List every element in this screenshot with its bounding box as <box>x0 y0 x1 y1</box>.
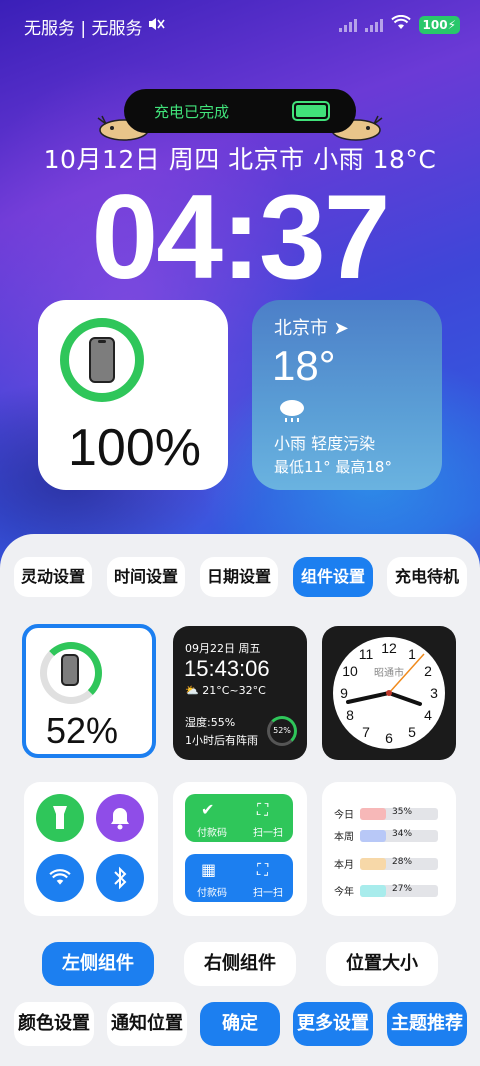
info-card[interactable]: 09月22日 周五 15:43:06 ⛅ 21°C~32°C 湿度:55% 1小… <box>173 626 307 760</box>
lock-clock: 04:37 <box>91 170 391 304</box>
stat-bar: 28% <box>360 857 438 870</box>
qr-code-icon: ▦ <box>201 860 217 879</box>
tab-date[interactable]: 日期设置 <box>200 557 278 597</box>
wifi-button[interactable] <box>36 854 84 902</box>
status-bar: 无服务 | 无服务 100⚡ <box>0 0 480 50</box>
info-time: 15:43:06 <box>184 656 270 681</box>
scan-label: 扫一扫 <box>253 828 283 839</box>
tab-charging[interactable]: 充电待机 <box>387 557 467 597</box>
weather-condition: 小雨 轻度污染 <box>274 434 376 453</box>
clock-numeral: 10 <box>342 663 358 679</box>
clock-numeral: 8 <box>346 707 354 723</box>
position-size-button[interactable]: 位置大小 <box>326 942 438 986</box>
clock-numeral: 7 <box>362 724 370 740</box>
info-weather: ⛅ 21°C~32°C <box>185 684 266 697</box>
tab-dynamic[interactable]: 灵动设置 <box>14 557 92 597</box>
wechat-pay-button[interactable]: ✔ 付款码 ⛶ 扫一扫 <box>185 794 293 842</box>
mute-icon <box>147 16 165 37</box>
wifi-icon <box>49 869 71 885</box>
weather-city: 北京市 ➤ <box>274 318 349 339</box>
flashlight-button[interactable] <box>36 794 84 842</box>
bell-button[interactable] <box>96 794 144 842</box>
stat-label: 今年 <box>334 887 354 898</box>
stat-bar: 34% <box>360 829 438 842</box>
bell-icon <box>111 808 129 830</box>
scan-label: 扫一扫 <box>253 888 283 899</box>
pay-label: 付款码 <box>197 888 227 899</box>
clock-numeral: 1 <box>408 646 416 662</box>
clock-card[interactable]: 昭通市 12 1 2 3 4 5 6 7 8 9 10 11 <box>322 626 456 760</box>
carrier-info: 无服务 | 无服务 <box>24 14 165 39</box>
clock-numeral: 11 <box>359 646 374 662</box>
flashlight-icon <box>53 806 67 829</box>
confirm-button[interactable]: 确定 <box>200 1002 280 1046</box>
scan-icon: ⛶ <box>257 860 269 879</box>
battery-percent: 100% <box>68 419 201 477</box>
wifi-icon <box>390 14 411 35</box>
info-date: 09月22日 周五 <box>185 642 261 655</box>
more-settings-button[interactable]: 更多设置 <box>293 1002 373 1046</box>
pay-label: 付款码 <box>197 828 227 839</box>
dynamic-island[interactable]: 充电已完成 <box>124 89 356 133</box>
sun-cloud-icon: ⛅ <box>185 684 199 697</box>
bluetooth-icon <box>114 866 127 890</box>
battery-card-percent: 52% <box>46 710 119 751</box>
carrier-text: 无服务 | 无服务 <box>24 19 143 39</box>
phone-icon <box>61 654 79 686</box>
clock-numeral: 12 <box>381 640 397 656</box>
stat-label: 本周 <box>334 832 354 843</box>
color-settings-button[interactable]: 颜色设置 <box>14 1002 94 1046</box>
weather-widget[interactable]: 北京市 ➤ 18° 小雨 轻度污染 最低11° 最高18° <box>252 300 442 490</box>
right-widget-button[interactable]: 右侧组件 <box>184 942 296 986</box>
scan-icon: ⛶ <box>257 800 269 819</box>
stat-label: 今日 <box>334 810 354 821</box>
rain-cloud-icon <box>280 400 304 422</box>
signal-icon <box>364 18 383 32</box>
quick-toggles-card[interactable] <box>24 782 158 916</box>
clock-city: 昭通市 <box>374 666 404 679</box>
theme-recommend-button[interactable]: 主题推荐 <box>387 1002 467 1046</box>
info-rain: 1小时后有阵雨 <box>185 734 258 747</box>
location-arrow-icon: ➤ <box>333 318 349 339</box>
clock-numeral: 9 <box>340 685 348 701</box>
charging-status: 充电已完成 <box>154 103 230 121</box>
battery-indicator: 100⚡ <box>418 16 460 34</box>
signal-icon <box>338 18 357 32</box>
battery-widget[interactable]: 100% <box>38 300 228 490</box>
tab-time[interactable]: 时间设置 <box>107 557 185 597</box>
clock-numeral: 2 <box>424 663 432 679</box>
tab-widgets[interactable]: 组件设置 <box>293 557 373 597</box>
analog-clock: 昭通市 12 1 2 3 4 5 6 7 8 9 10 11 <box>333 637 445 749</box>
pay-card[interactable]: ✔ 付款码 ⛶ 扫一扫 ▦ 付款码 ⛶ 扫一扫 <box>173 782 307 916</box>
wechat-icon: ✔ <box>201 800 215 819</box>
alipay-button[interactable]: ▦ 付款码 ⛶ 扫一扫 <box>185 854 293 902</box>
clock-numeral: 4 <box>424 707 432 723</box>
clock-numeral: 5 <box>408 724 416 740</box>
clock-numeral: 3 <box>430 685 438 701</box>
stat-label: 本月 <box>334 860 354 871</box>
stat-bar: 35% <box>360 807 438 820</box>
battery-ring <box>40 642 102 704</box>
mini-ring: 52% <box>267 716 297 746</box>
battery-ring <box>60 318 144 402</box>
bluetooth-button[interactable] <box>96 854 144 902</box>
stat-bar: 27% <box>360 884 438 897</box>
weather-range: 最低11° 最高18° <box>274 458 392 476</box>
usage-stats-card[interactable]: 今日 35% 本周 34% 本月 28% 今年 27% <box>322 782 456 916</box>
battery-full-icon <box>292 101 330 121</box>
battery-card[interactable]: 52% <box>22 624 156 758</box>
weather-temp: 18° <box>272 342 336 389</box>
phone-icon <box>89 337 115 383</box>
info-humidity: 湿度:55% <box>185 716 236 729</box>
notify-position-button[interactable]: 通知位置 <box>107 1002 187 1046</box>
clock-numeral: 6 <box>385 730 393 746</box>
left-widget-button[interactable]: 左侧组件 <box>42 942 154 986</box>
